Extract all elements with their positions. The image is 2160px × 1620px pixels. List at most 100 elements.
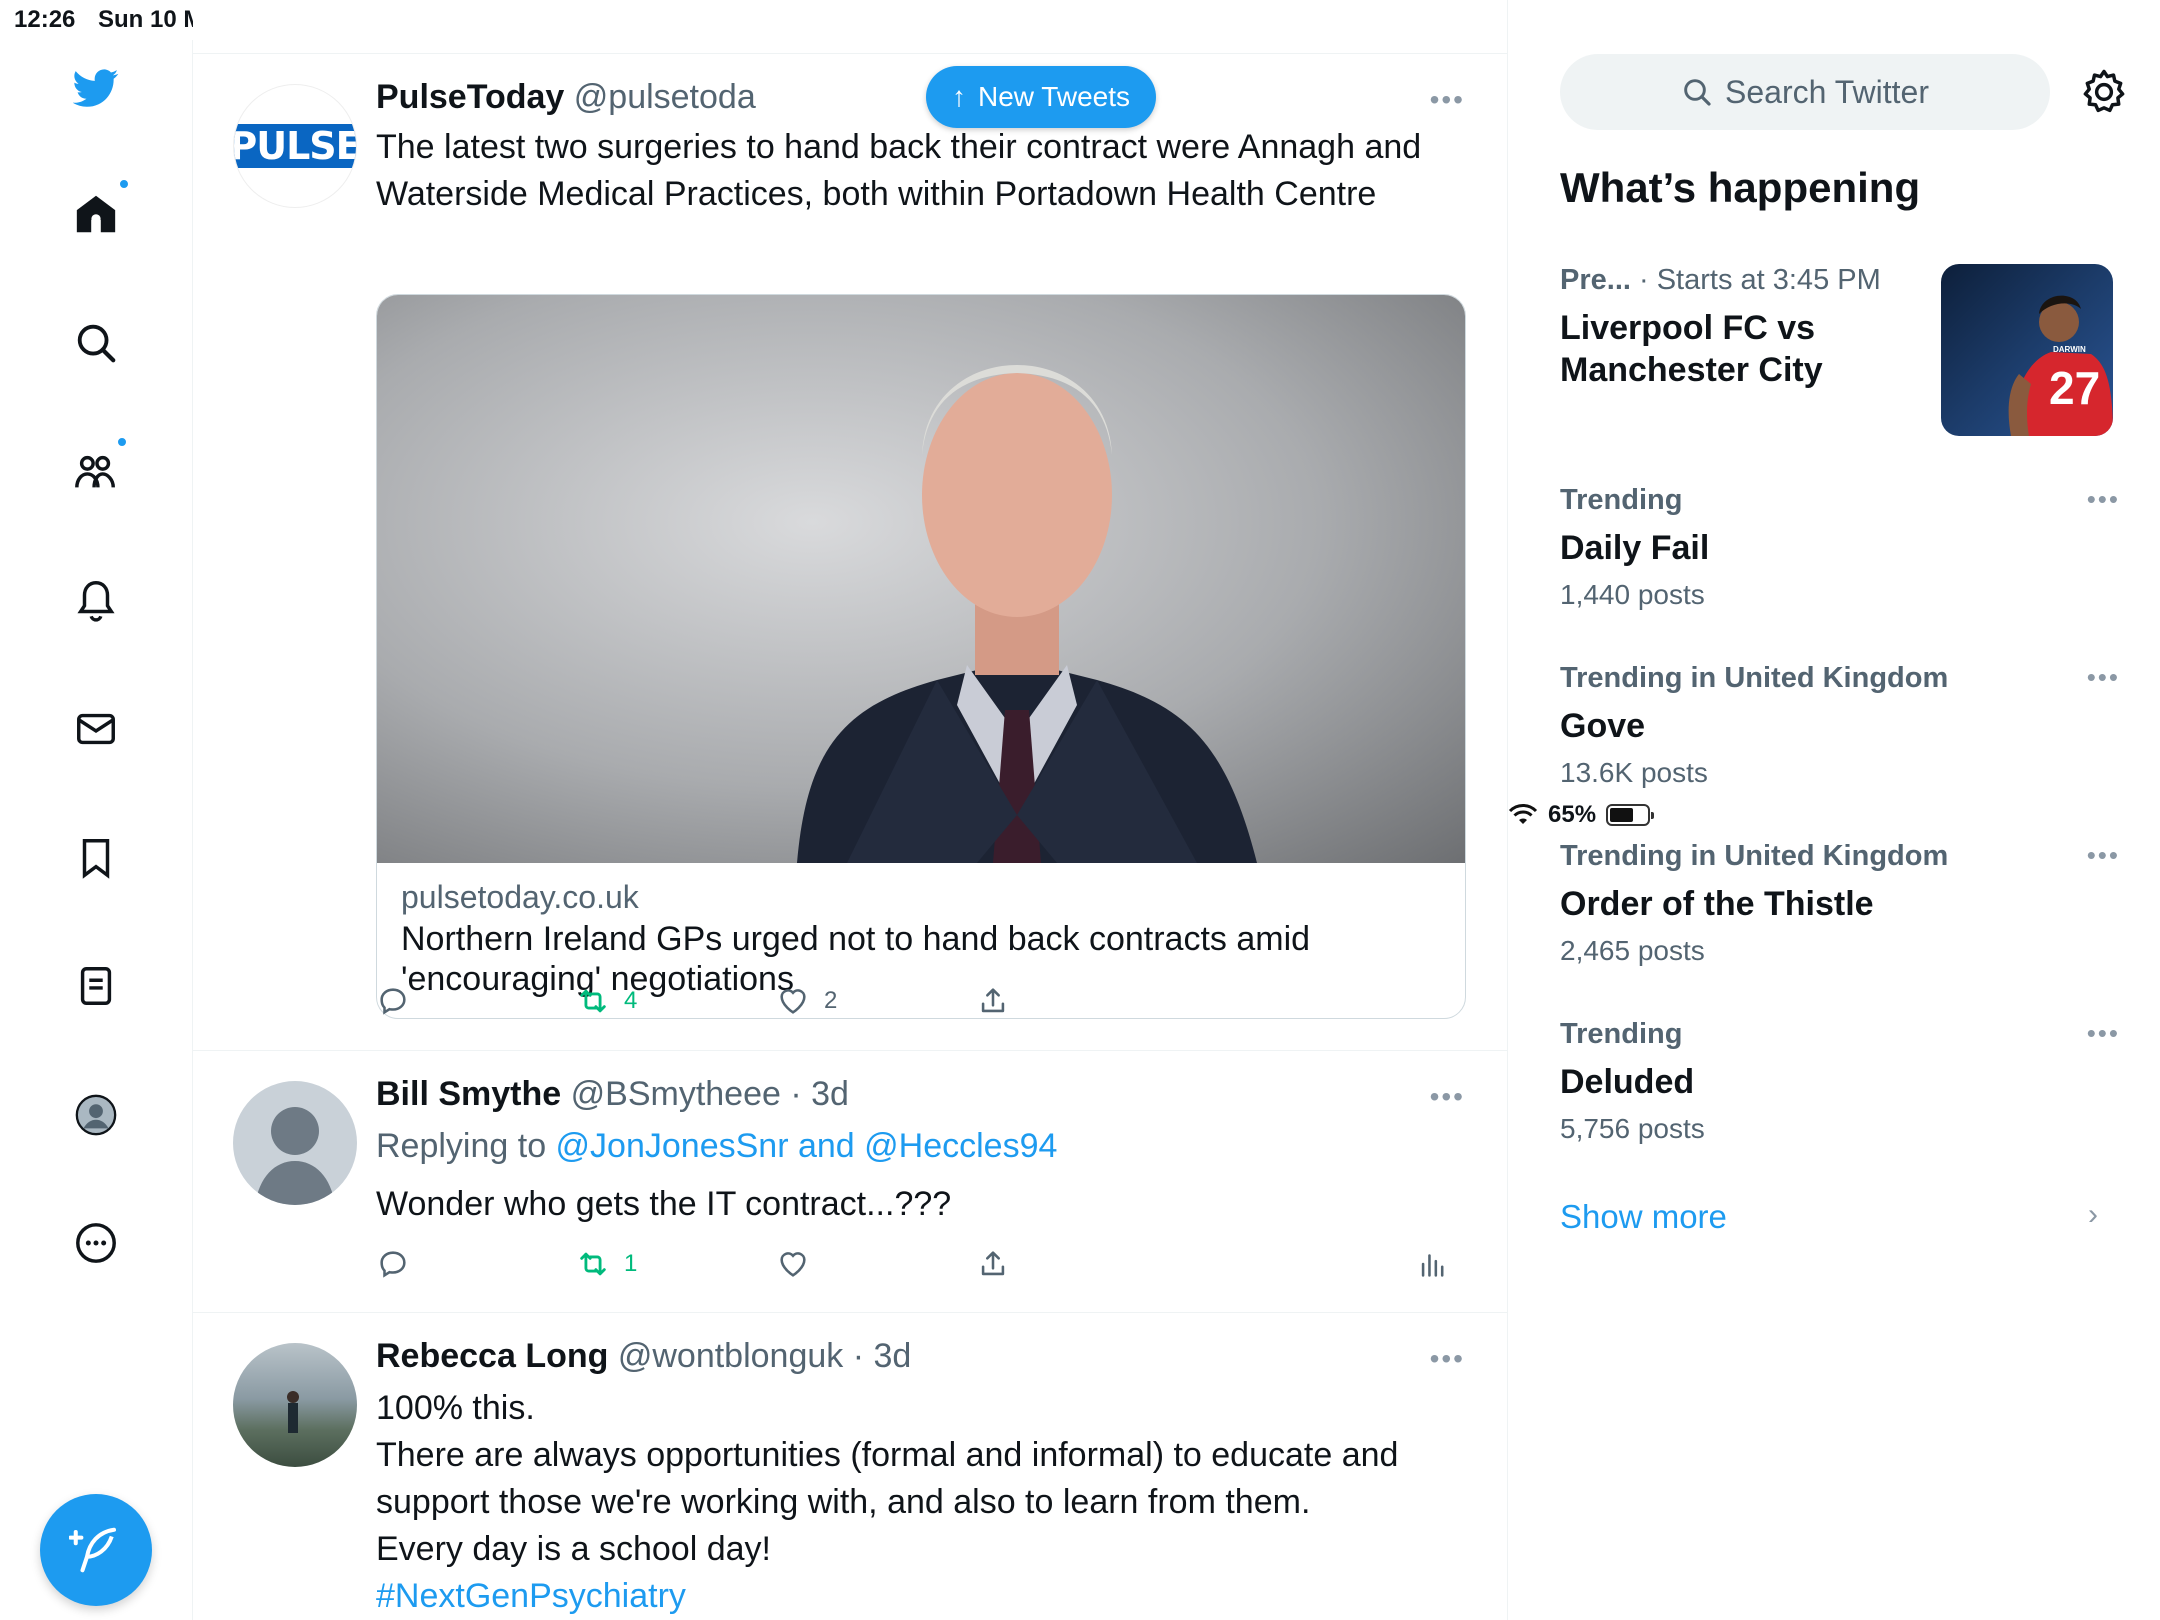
- tweet-time[interactable]: · 3d: [790, 1075, 849, 1113]
- nav-explore[interactable]: [66, 313, 126, 373]
- heart-icon: [780, 1252, 806, 1277]
- trend-item[interactable]: Trending Daily Fail 1,440 posts •••: [1560, 484, 2120, 611]
- author-handle[interactable]: @wontblonguk: [618, 1337, 843, 1375]
- whats-happening-title: What’s happening: [1560, 164, 1921, 211]
- trend-context: Trending in United Kingdom: [1560, 840, 1949, 872]
- retweet-button[interactable]: 4: [576, 984, 637, 1018]
- trend-item[interactable]: Trending Deluded 5,756 posts •••: [1560, 1018, 2120, 1145]
- nav-communities[interactable]: [66, 436, 128, 502]
- tweet-rebecca-long[interactable]: Rebecca Long @wontblonguk · 3d ••• 100% …: [193, 1313, 1507, 1620]
- trend-item[interactable]: Trending in United Kingdom Order of the …: [1560, 840, 2120, 967]
- nav-bookmarks[interactable]: [66, 828, 126, 888]
- gear-icon[interactable]: [2078, 66, 2130, 118]
- tweet-line: 100% this.: [376, 1389, 535, 1427]
- like-button[interactable]: 2: [776, 984, 837, 1018]
- like-button[interactable]: [776, 1247, 810, 1281]
- tweet-pulsetoday[interactable]: PULSE PulseToday @pulsetoda ••• The late…: [193, 54, 1507, 1051]
- author-name[interactable]: Bill Smythe: [376, 1075, 561, 1113]
- retweet-icon: [580, 1252, 606, 1276]
- trend-more-icon[interactable]: •••: [2087, 662, 2120, 693]
- nav-notifications[interactable]: [66, 570, 126, 630]
- tweet-text: The latest two surgeries to hand back th…: [376, 128, 1422, 213]
- trend-event[interactable]: Pre... · Starts at 3:45 PM Liverpool FC …: [1560, 264, 1930, 391]
- reply-button[interactable]: [376, 1247, 410, 1281]
- nav-more[interactable]: [66, 1213, 126, 1273]
- trend-count: 1,440 posts: [1560, 579, 1705, 610]
- chevron-right-icon[interactable]: ›: [2088, 1198, 2098, 1232]
- new-tweets-label: New Tweets: [978, 81, 1130, 112]
- status-time: 12:26: [14, 6, 76, 33]
- trend-context: Trending: [1560, 1018, 1683, 1050]
- trend-more-icon[interactable]: •••: [2087, 840, 2120, 871]
- shirt-name: DARWIN: [2053, 345, 2086, 354]
- communities-icon: [75, 455, 115, 488]
- event-image[interactable]: DARWIN 27: [1941, 264, 2113, 436]
- tweet-text: 100% this. There are always opportunitie…: [376, 1385, 1446, 1620]
- tweet-more-icon[interactable]: •••: [1430, 1343, 1465, 1375]
- author-handle[interactable]: @pulsetoda: [574, 78, 756, 116]
- trend-more-icon[interactable]: •••: [2087, 484, 2120, 515]
- trend-count: 13.6K posts: [1560, 757, 1708, 788]
- bell-icon: [77, 581, 115, 622]
- tweet-time[interactable]: · 3d: [853, 1337, 912, 1375]
- search-input[interactable]: Search Twitter: [1560, 54, 2050, 130]
- show-more-link[interactable]: Show more: [1560, 1198, 1727, 1236]
- trend-topic: Gove: [1560, 707, 1646, 745]
- share-button[interactable]: [976, 984, 1010, 1018]
- twitter-logo[interactable]: [66, 58, 126, 118]
- trend-count: 5,756 posts: [1560, 1113, 1705, 1144]
- search-icon: [77, 324, 116, 363]
- tweet-header: Rebecca Long @wontblonguk · 3d: [376, 1337, 911, 1376]
- shirt-number: 27: [2049, 362, 2100, 414]
- retweet-button[interactable]: 1: [576, 1247, 637, 1281]
- replying-mentions[interactable]: @JonJonesSnr and @Heccles94: [556, 1127, 1058, 1165]
- share-button[interactable]: [976, 1247, 1010, 1281]
- compose-tweet-button[interactable]: [40, 1494, 152, 1606]
- trend-count: 2,465 posts: [1560, 935, 1705, 966]
- timeline-header: [193, 0, 1507, 54]
- football-player-photo: DARWIN 27: [2008, 295, 2113, 436]
- card-image: [377, 295, 1465, 863]
- tweet-line: Every day is a school day!: [376, 1530, 771, 1568]
- profile-avatar-icon: [75, 1094, 117, 1136]
- event-category: Pre...: [1560, 264, 1631, 296]
- retweet-icon: [580, 989, 606, 1013]
- twitter-bird-icon: [73, 69, 119, 107]
- avatar[interactable]: [233, 1343, 357, 1467]
- card-domain: pulsetoday.co.uk: [401, 879, 639, 915]
- nav-lists[interactable]: [66, 956, 126, 1016]
- left-navigation: [0, 40, 193, 1620]
- replying-prefix: Replying to: [376, 1127, 556, 1165]
- search-placeholder: Search Twitter: [1725, 73, 1929, 110]
- avatar[interactable]: [233, 1081, 357, 1205]
- author-name[interactable]: PulseToday: [376, 78, 564, 116]
- tweet-more-icon[interactable]: •••: [1430, 84, 1465, 116]
- bookmark-icon: [82, 839, 110, 879]
- nav-messages[interactable]: [66, 699, 126, 759]
- trend-more-icon[interactable]: •••: [2087, 1018, 2120, 1049]
- tweet-header: Bill Smythe @BSmytheee · 3d: [376, 1075, 849, 1114]
- trend-topic: Order of the Thistle: [1560, 885, 1874, 923]
- analytics-button[interactable]: [1416, 1247, 1450, 1281]
- right-sidebar: Search Twitter What’s happening Pre... ·…: [1508, 0, 2160, 1620]
- tweet-bill-smythe[interactable]: Bill Smythe @BSmytheee · 3d ••• Replying…: [193, 1051, 1507, 1313]
- event-start-time: · Starts at 3:45 PM: [1630, 264, 1881, 296]
- tweet-text: Wonder who gets the IT contract...???: [376, 1185, 952, 1223]
- hashtag-link[interactable]: #NextGenPsychiatry: [376, 1573, 1446, 1620]
- avatar[interactable]: PULSE: [233, 84, 357, 208]
- more-circle-icon: [76, 1223, 116, 1263]
- reply-button[interactable]: [376, 984, 410, 1018]
- author-handle[interactable]: @BSmytheee: [571, 1075, 781, 1113]
- trend-context: Trending: [1560, 484, 1683, 516]
- tweet-actions: 4 2: [376, 984, 1456, 1024]
- new-tweets-pill[interactable]: ↑ New Tweets: [926, 66, 1156, 128]
- tweet-more-icon[interactable]: •••: [1430, 1081, 1465, 1113]
- nav-profile[interactable]: [66, 1085, 126, 1145]
- event-topic: Liverpool FC vs Manchester City: [1560, 309, 1823, 389]
- link-card[interactable]: pulsetoday.co.uk Northern Ireland GPs ur…: [376, 294, 1466, 1019]
- retweet-count: 1: [624, 1250, 638, 1277]
- trend-item[interactable]: Trending in United Kingdom Gove 13.6K po…: [1560, 662, 2120, 789]
- share-icon: [981, 988, 1005, 1013]
- nav-home[interactable]: [66, 178, 130, 244]
- author-name[interactable]: Rebecca Long: [376, 1337, 608, 1375]
